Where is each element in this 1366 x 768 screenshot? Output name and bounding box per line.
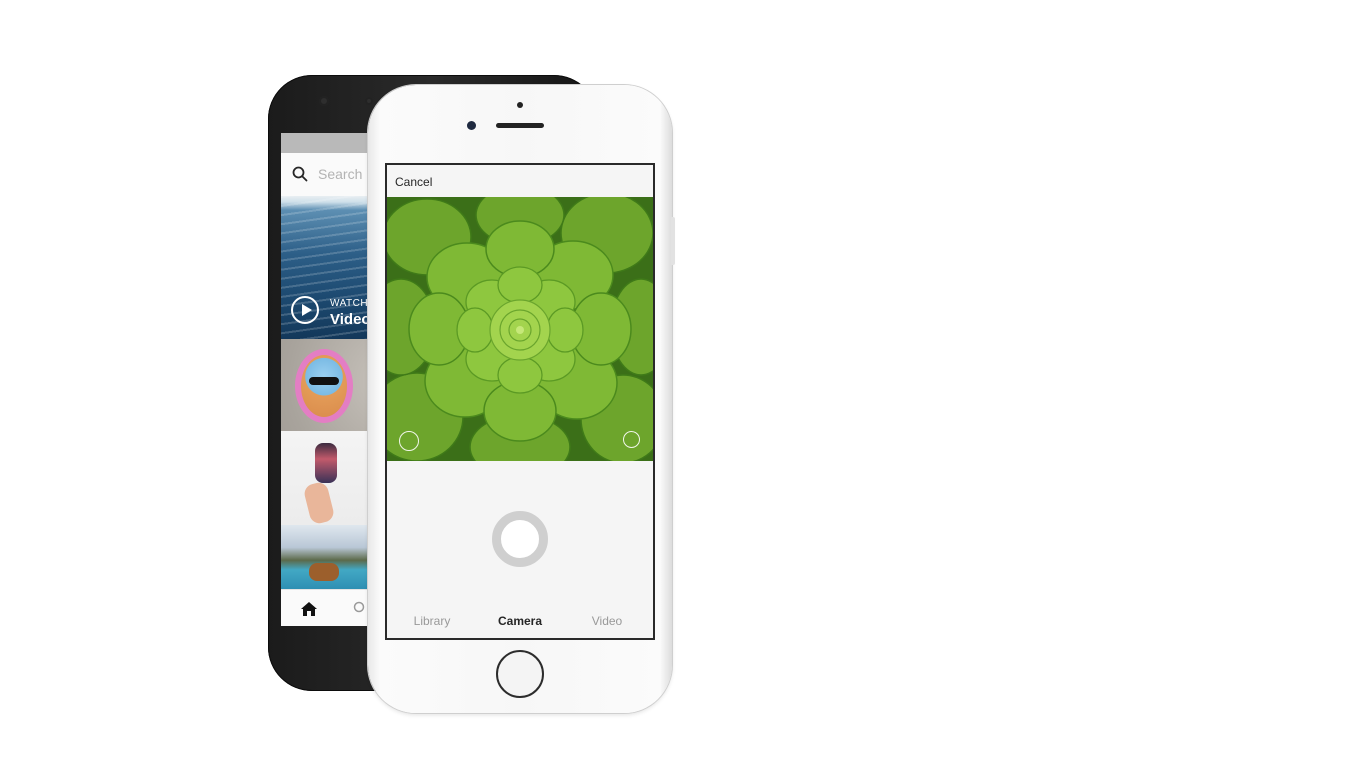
flip-camera-icon[interactable] <box>399 431 419 451</box>
camera-header: Cancel <box>387 165 653 197</box>
home-icon[interactable] <box>300 601 318 617</box>
search-input[interactable]: Search <box>318 166 362 182</box>
back-phone-sensor <box>365 97 373 105</box>
proximity-sensor <box>517 102 523 108</box>
search-icon <box>292 166 308 182</box>
cat-image <box>295 349 353 423</box>
tab-camera[interactable]: Camera <box>480 614 560 628</box>
shutter-button[interactable] <box>492 511 548 567</box>
succulent-image <box>387 197 653 461</box>
home-button[interactable] <box>496 650 544 698</box>
watch-label: WATCH <box>330 298 369 309</box>
back-phone-camera <box>319 96 329 106</box>
flash-icon[interactable] <box>623 431 640 448</box>
front-camera <box>467 121 476 130</box>
front-phone: Cancel Library Camera Video <box>368 85 675 713</box>
camera-screen: Cancel Library Camera Video <box>385 163 655 640</box>
camera-tabs: Library Camera Video <box>387 603 653 638</box>
camera-viewfinder[interactable] <box>387 197 653 461</box>
earpiece-speaker <box>496 123 544 128</box>
tab-video[interactable]: Video <box>567 614 647 628</box>
cancel-button[interactable]: Cancel <box>395 175 432 189</box>
tab-library[interactable]: Library <box>392 614 472 628</box>
hand-image <box>302 480 336 526</box>
side-button <box>671 217 675 265</box>
search-icon[interactable] <box>353 601 367 615</box>
video-label: Video <box>330 311 371 328</box>
dog-image <box>315 443 337 483</box>
burger-image <box>309 563 339 581</box>
play-icon[interactable] <box>291 296 319 324</box>
